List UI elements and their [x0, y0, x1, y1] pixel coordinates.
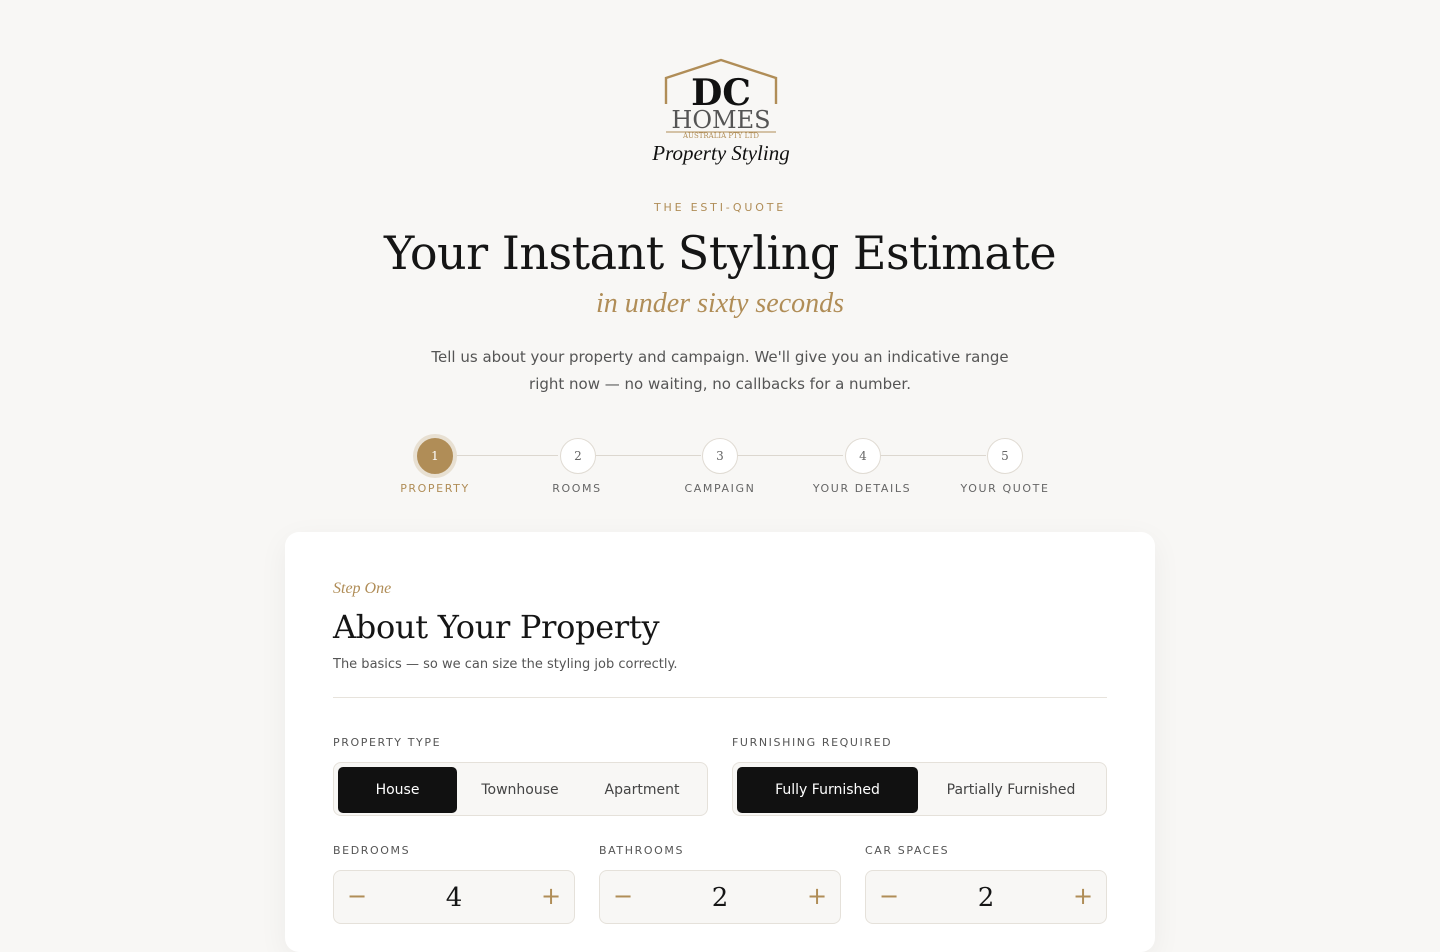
bathrooms-decrement-button[interactable]: − [608, 881, 638, 911]
step-3-circle[interactable]: 3 [702, 438, 738, 474]
furnishing-partially[interactable]: Partially Furnished [920, 767, 1102, 813]
car-spaces-decrement-button[interactable]: − [874, 881, 904, 911]
car-spaces-increment-button[interactable]: + [1068, 881, 1098, 911]
page-title: Your Instant Styling Estimate [383, 226, 1057, 280]
bedrooms-value: 4 [445, 883, 463, 913]
dc-homes-logo: DC HOMES AUSTRALIA PTY LTD Property Styl… [648, 56, 794, 172]
intro-line-2: right now — no waiting, no callbacks for… [529, 375, 911, 393]
section-subtitle: The basics — so we can size the styling … [333, 657, 678, 672]
bathrooms-label: BATHROOMS [599, 844, 685, 857]
property-type-house[interactable]: House [338, 767, 457, 813]
car-spaces-stepper: − 2 + [865, 870, 1107, 924]
property-type-selector: House Townhouse Apartment [333, 762, 708, 816]
logo-script-text: Property Styling [651, 141, 789, 165]
eyebrow: THE ESTI-QUOTE [654, 201, 786, 214]
property-form-card: Step One About Your Property The basics … [285, 532, 1155, 952]
property-type-label: PROPERTY TYPE [333, 736, 442, 749]
property-type-apartment[interactable]: Apartment [582, 767, 702, 813]
bedrooms-decrement-button[interactable]: − [342, 881, 372, 911]
step-3-label: CAMPAIGN [684, 482, 756, 495]
logo-graphic: DC HOMES AUSTRALIA PTY LTD Property Styl… [651, 58, 790, 165]
step-connector [452, 455, 558, 456]
bathrooms-value: 2 [711, 883, 729, 913]
step-5-circle[interactable]: 5 [987, 438, 1023, 474]
step-connector [880, 455, 986, 456]
step-kicker: Step One [333, 580, 392, 597]
bathrooms-increment-button[interactable]: + [802, 881, 832, 911]
car-spaces-label: CAR SPACES [865, 844, 950, 857]
step-5-label: YOUR QUOTE [960, 482, 1050, 495]
logo-word-text: HOMES [671, 106, 770, 134]
bedrooms-stepper: − 4 + [333, 870, 575, 924]
car-spaces-value: 2 [977, 883, 995, 913]
bedrooms-increment-button[interactable]: + [536, 881, 566, 911]
step-1-circle[interactable]: 1 [417, 438, 453, 474]
property-type-townhouse[interactable]: Townhouse [460, 767, 580, 813]
intro-text: Tell us about your property and campaign… [420, 344, 1020, 398]
section-title: About Your Property [333, 608, 660, 646]
furnishing-label: FURNISHING REQUIRED [732, 736, 893, 749]
step-connector [737, 455, 843, 456]
bathrooms-stepper: − 2 + [599, 870, 841, 924]
hero-tagline: in under sixty seconds [595, 288, 845, 319]
step-1-label: PROPERTY [400, 482, 470, 495]
intro-line-1: Tell us about your property and campaign… [431, 348, 1009, 366]
step-2-circle[interactable]: 2 [560, 438, 596, 474]
bedrooms-label: BEDROOMS [333, 844, 411, 857]
step-4-label: YOUR DETAILS [812, 482, 912, 495]
step-connector [595, 455, 701, 456]
logo-sub-text: AUSTRALIA PTY LTD [682, 132, 759, 140]
step-4-circle[interactable]: 4 [845, 438, 881, 474]
furnishing-fully[interactable]: Fully Furnished [737, 767, 918, 813]
step-2-label: ROOMS [552, 482, 602, 495]
progress-stepper: 1 2 3 4 5 PROPERTY ROOMS CAMPAIGN YOUR D… [0, 436, 1440, 506]
furnishing-selector: Fully Furnished Partially Furnished [732, 762, 1107, 816]
divider [333, 697, 1107, 698]
